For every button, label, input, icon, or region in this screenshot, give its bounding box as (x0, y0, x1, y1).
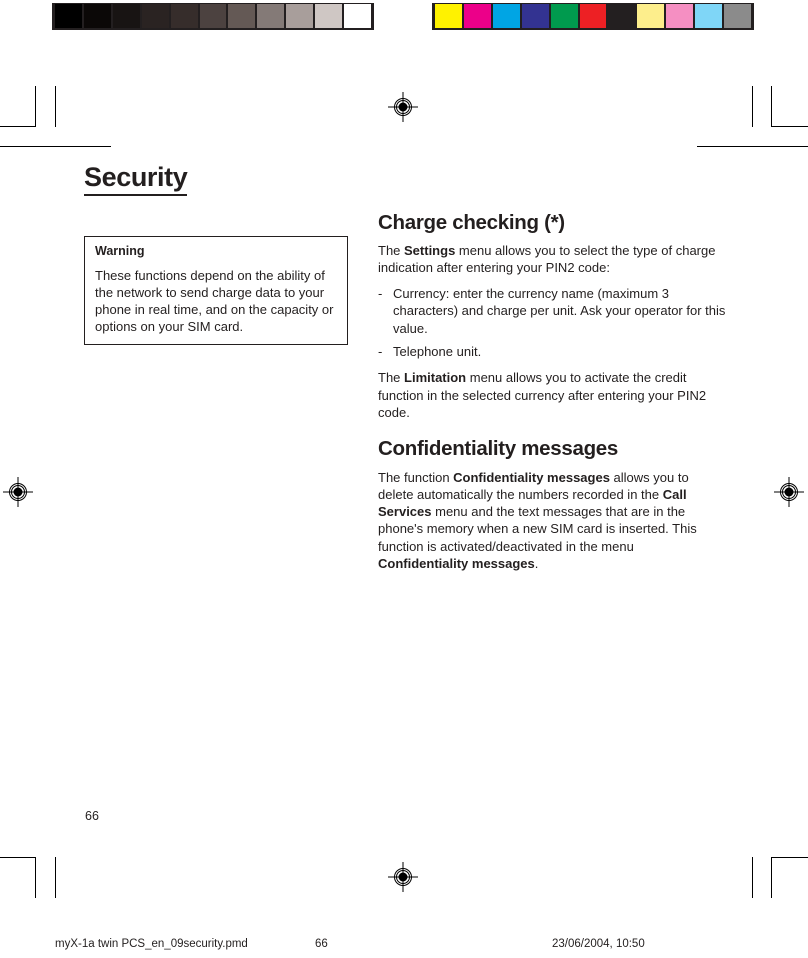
footer-timestamp: 23/06/2004, 10:50 (552, 938, 645, 950)
emphasised-term: Confidentiality messages (378, 556, 535, 572)
warning-callout-box: Warning These functions depend on the ab… (84, 236, 348, 346)
text-run: The (378, 370, 405, 386)
emphasised-term: Settings (404, 242, 456, 258)
footer-page-number: 66 (315, 938, 328, 950)
document-page: Security Warning These functions depend … (0, 0, 808, 958)
text-run: The (378, 242, 405, 258)
section-heading-charge-checking: Charge checking (*) (378, 211, 565, 234)
list-item: - Telephone unit. (378, 343, 726, 360)
list-dash-marker: - (378, 343, 383, 359)
charge-checking-options-list: - Currency: enter the currency name (max… (378, 285, 726, 360)
list-dash-marker: - (378, 286, 383, 302)
charge-checking-intro-paragraph: The Settings menu allows you to select t… (378, 242, 726, 277)
warning-body-text: These functions depend on the ability of… (95, 267, 334, 335)
list-item: - Currency: enter the currency name (max… (378, 285, 726, 337)
list-item-text: Telephone unit. (393, 343, 482, 359)
section-heading-confidentiality-messages: Confidentiality messages (378, 437, 619, 461)
text-run: The function (378, 469, 454, 485)
text-run: . (534, 556, 539, 572)
folio-page-number: 66 (85, 809, 99, 823)
limitation-paragraph: The Limitation menu allows you to activa… (378, 369, 726, 421)
page-title: Security (84, 163, 188, 197)
main-text-column: Charge checking (*) The Settings menu al… (378, 211, 726, 583)
emphasised-term: Confidentiality messages (453, 469, 610, 485)
confidentiality-messages-paragraph: The function Confidentiality messages al… (378, 469, 726, 573)
print-footer: myX-1a twin PCS_en_09security.pmd 66 23/… (0, 938, 808, 958)
list-item-text: Currency: enter the currency name (maxim… (393, 286, 726, 336)
emphasised-term: Limitation (404, 370, 467, 386)
page-content: Security Warning These functions depend … (0, 0, 808, 958)
footer-file-name: myX-1a twin PCS_en_09security.pmd (55, 938, 248, 950)
warning-heading: Warning (95, 244, 145, 258)
